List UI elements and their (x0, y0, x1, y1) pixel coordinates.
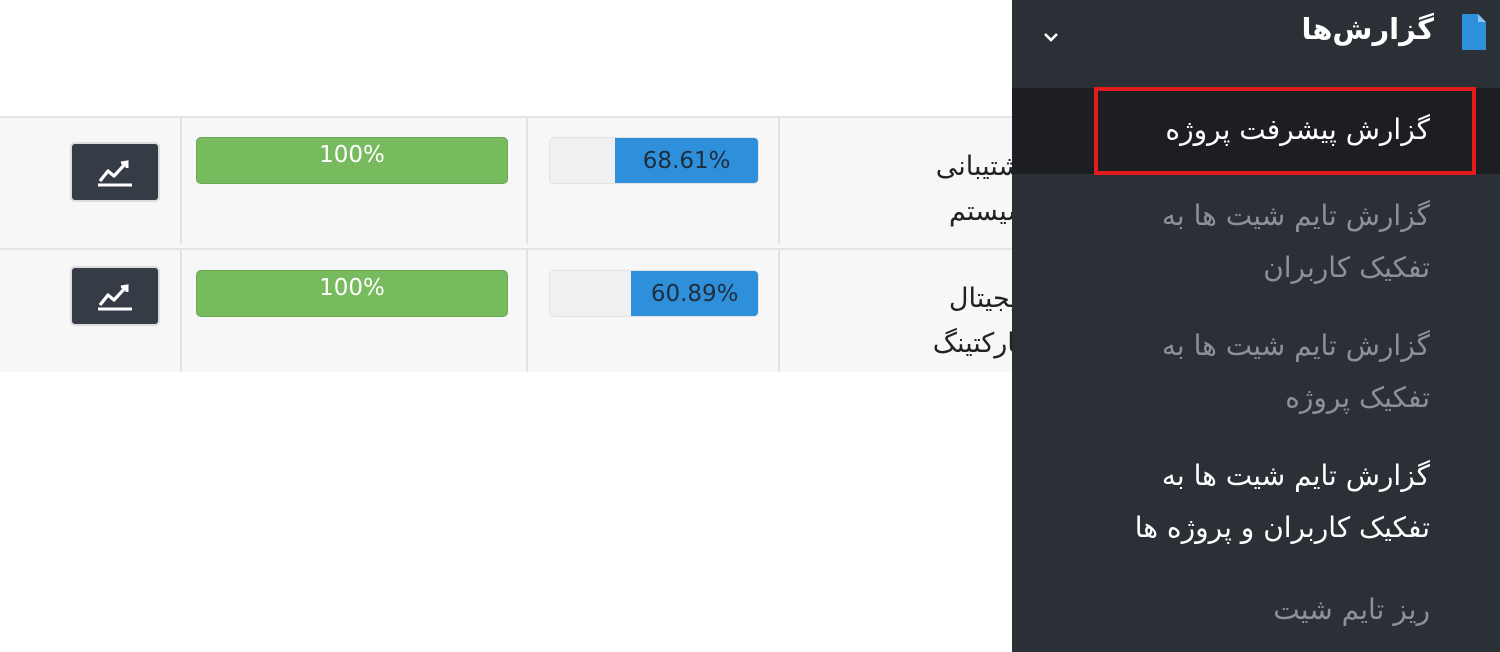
time-progress-bar: 68.61% (549, 137, 759, 184)
menu-item-label: گزارش تایم شیت ها به (1161, 199, 1430, 232)
sidebar: گزارش‌ها گزارش پیشرفت پروژه گزارش تایم ش… (1012, 0, 1500, 652)
project-progress-table: پشتیبانی سیستم 68.61% 100% دیجیتال مارکت… (0, 116, 1030, 372)
table-row: دیجیتال مارکتینگ 60.89% 100% (0, 248, 1030, 372)
menu-item-timesheet-by-projects[interactable]: گزارش تایم شیت ها به تفکیک پروژه (1012, 320, 1500, 424)
time-progress-fill: 68.61% (615, 138, 758, 183)
project-name-line: مارکتینگ (932, 328, 1030, 359)
table-row: پشتیبانی سیستم 68.61% 100% (0, 116, 1030, 244)
chevron-down-icon[interactable] (1042, 28, 1060, 46)
menu-item-project-progress-report[interactable]: گزارش پیشرفت پروژه (1012, 87, 1500, 175)
column-divider (180, 250, 182, 372)
menu-item-label: گزارش تایم شیت ها به (1161, 329, 1430, 362)
completion-progress-fill: 100% (197, 138, 507, 183)
project-name-line: سیستم (949, 196, 1030, 227)
menu-item-label: ریز تایم شیت (1273, 593, 1430, 626)
reports-section-title: گزارش‌ها (1301, 12, 1434, 46)
menu-item-label: تفکیک کاربران (1263, 251, 1430, 284)
project-name: دیجیتال مارکتینگ (782, 250, 1030, 372)
document-icon (1462, 14, 1486, 50)
menu-item-label: تفکیک پروژه (1285, 381, 1430, 414)
completion-progress-bar: 100% (196, 137, 508, 184)
completion-progress-bar: 100% (196, 270, 508, 317)
view-chart-button[interactable] (70, 266, 160, 326)
completion-progress-label: 100% (319, 142, 385, 168)
menu-item-label: تفکیک کاربران و پروژه ها (1134, 511, 1430, 544)
project-name-line: دیجیتال (948, 283, 1030, 314)
line-chart-icon (98, 284, 132, 311)
time-progress-bar: 60.89% (549, 270, 759, 317)
menu-item-timesheet-by-users-and-projects[interactable]: گزارش تایم شیت ها به تفکیک کاربران و پرو… (1012, 450, 1500, 554)
view-chart-button[interactable] (70, 142, 160, 202)
column-divider (526, 250, 528, 372)
completion-progress-fill: 100% (197, 271, 507, 316)
project-name: پشتیبانی سیستم (782, 118, 1030, 244)
time-progress-label: 68.61% (642, 147, 731, 174)
completion-progress-label: 100% (319, 275, 385, 301)
line-chart-icon (98, 160, 132, 187)
column-divider (180, 118, 182, 244)
reports-menu-toggle[interactable]: گزارش‌ها (1012, 0, 1500, 88)
time-progress-label: 60.89% (650, 280, 739, 307)
column-divider (778, 118, 780, 244)
highlight-annotation (1094, 87, 1476, 175)
menu-item-timesheet-details[interactable]: ریز تایم شیت (1012, 584, 1500, 636)
time-progress-fill: 60.89% (631, 271, 758, 316)
column-divider (778, 250, 780, 372)
column-divider (526, 118, 528, 244)
menu-item-timesheet-by-users[interactable]: گزارش تایم شیت ها به تفکیک کاربران (1012, 190, 1500, 294)
project-name-line: پشتیبانی (935, 151, 1030, 182)
menu-item-label: گزارش تایم شیت ها به (1161, 459, 1430, 492)
